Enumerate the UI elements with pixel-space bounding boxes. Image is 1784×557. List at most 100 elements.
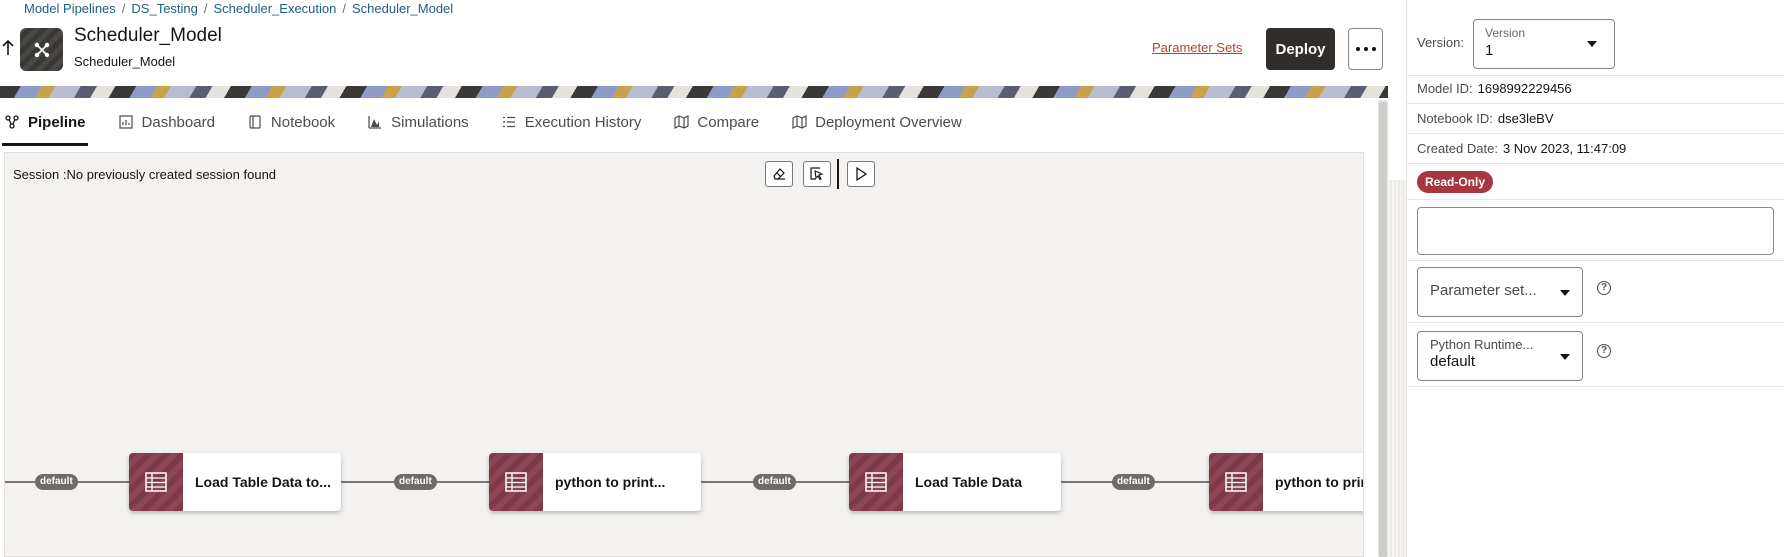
description-input[interactable] [1417,207,1774,255]
table-icon [1209,453,1263,511]
version-select[interactable]: Version 1 [1473,19,1615,69]
breadcrumb-separator: / [121,0,126,16]
deploy-button[interactable]: Deploy [1266,28,1335,70]
python-runtime-value: default [1430,353,1476,370]
status-badge: Read-Only [1417,171,1494,193]
save-canvas-button[interactable] [803,161,831,187]
node-label: Load Table Data to... [195,474,331,490]
decorative-side-pattern [1388,180,1406,557]
divider [1407,103,1784,104]
tab-label: Compare [697,113,760,131]
breadcrumb-item-scheduler-execution[interactable]: Scheduler_Execution [214,1,337,16]
back-arrow-icon[interactable] [0,38,16,58]
divider [1407,386,1784,387]
tab-label: Execution History [524,113,642,131]
parameter-sets-link[interactable]: Parameter Sets [1152,40,1242,55]
pipeline-node[interactable]: Load Table Data [849,453,1061,511]
model-details-panel: Version: Version 1 Model ID: 169899222945… [1406,0,1784,557]
pipeline-node[interactable]: Load Table Data to... [129,453,341,511]
pipeline-node[interactable]: python to print... [489,453,701,511]
chevron-down-icon [1560,354,1570,360]
version-label: Version: [1417,35,1464,50]
notebook-id-row: Notebook ID: dse3leBV [1417,111,1554,126]
tab-label: Dashboard [141,113,215,131]
clear-canvas-button[interactable] [765,161,793,187]
help-icon[interactable]: ? [1597,344,1611,358]
model-id-row: Model ID: 1698992229456 [1417,81,1572,96]
breadcrumb-item-scheduler-model[interactable]: Scheduler_Model [352,1,453,16]
version-select-label: Version [1485,26,1526,40]
model-icon [20,28,63,71]
dashboard-icon [118,114,134,130]
edge-label[interactable]: default [35,474,78,490]
parameter-set-select[interactable]: Parameter set... [1417,267,1583,317]
python-runtime-select[interactable]: Python Runtime... default [1417,331,1583,381]
notebook-id-value: dse3leBV [1497,111,1554,126]
list-icon [501,114,517,130]
table-icon [489,453,543,511]
version-select-value: 1 [1485,42,1494,59]
divider [1407,199,1784,200]
chevron-down-icon [1587,41,1597,47]
table-icon [129,453,183,511]
page-title: Scheduler_Model [74,25,222,46]
model-id-label: Model ID: [1417,81,1473,96]
tab-compare[interactable]: Compare [673,98,759,146]
created-date-row: Created Date: 3 Nov 2023, 11:47:09 [1417,141,1626,156]
edge-label[interactable]: default [1112,474,1155,490]
created-date-value: 3 Nov 2023, 11:47:09 [1502,141,1627,156]
play-icon [856,167,867,181]
breadcrumb-separator: / [203,0,208,16]
divider [1407,322,1784,323]
tab-deployment-overview[interactable]: Deployment Overview [791,98,962,146]
select-frame-icon [809,167,824,181]
vertical-scrollbar-thumb[interactable] [1379,102,1387,557]
tab-dashboard[interactable]: Dashboard [118,98,215,146]
notebook-id-label: Notebook ID: [1417,111,1493,126]
node-label: python to print... [555,474,666,490]
breadcrumb-item-ds-testing[interactable]: DS_Testing [131,1,197,16]
model-id-value: 1698992229456 [1477,81,1572,96]
decorative-banner [0,86,1388,98]
tab-label: Deployment Overview [815,113,962,131]
map-icon [791,114,807,130]
simulations-icon [367,114,383,130]
tab-pipeline[interactable]: Pipeline [2,98,88,146]
node-label: Load Table Data [915,474,1023,490]
divider [1407,260,1784,261]
breadcrumb: Model Pipelines / DS_Testing / Scheduler… [24,0,453,16]
table-icon [849,453,903,511]
edge-label[interactable]: default [394,474,437,490]
tab-label: Pipeline [28,113,86,131]
tab-simulations[interactable]: Simulations [367,98,469,146]
run-pipeline-button[interactable] [847,161,875,187]
help-icon[interactable]: ? [1597,281,1611,295]
edge-label[interactable]: default [753,474,796,490]
tab-label: Notebook [270,113,336,131]
python-runtime-label: Python Runtime... [1430,337,1534,352]
tab-label: Simulations [391,113,469,131]
chevron-down-icon [1560,290,1570,296]
more-dots-icon [1355,47,1360,51]
node-label: python to print [1275,474,1364,490]
breadcrumb-item-model-pipelines[interactable]: Model Pipelines [24,1,116,16]
pipeline-canvas[interactable]: Session :No previously created session f… [4,152,1364,557]
toolbar-divider [837,159,839,189]
divider [1407,133,1784,134]
notebook-icon [247,114,263,130]
map-icon [673,114,689,130]
divider [1407,75,1784,76]
tab-execution-history[interactable]: Execution History [501,98,642,146]
more-actions-button[interactable] [1348,28,1383,70]
pipeline-icon [4,114,20,130]
tab-bar: Pipeline Dashboard Notebook Simulations … [0,98,1388,146]
parameter-set-placeholder: Parameter set... [1430,282,1537,299]
tab-notebook[interactable]: Notebook [247,98,335,146]
pipeline-icon [34,42,49,57]
created-date-label: Created Date: [1417,141,1498,156]
breadcrumb-separator: / [342,0,346,16]
pipeline-node[interactable]: python to print [1209,453,1364,511]
divider [1407,163,1784,164]
session-status-text: Session :No previously created session f… [13,167,277,182]
page-subtitle: Scheduler_Model [74,54,176,69]
